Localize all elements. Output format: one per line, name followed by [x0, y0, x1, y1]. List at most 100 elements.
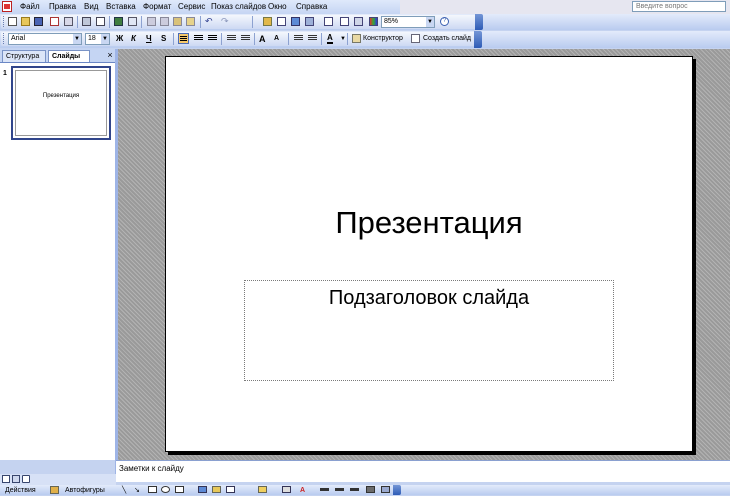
menu-insert[interactable]: Вставка — [106, 2, 136, 12]
help-icon[interactable]: ? — [440, 17, 449, 26]
print-preview-icon[interactable] — [96, 17, 105, 26]
close-icon[interactable]: × — [105, 50, 115, 61]
new-slide-button[interactable]: Создать слайд — [423, 34, 471, 44]
bold-button[interactable]: Ж — [116, 34, 123, 44]
toolbar-separator — [347, 33, 348, 45]
fill-color-icon[interactable] — [258, 486, 267, 493]
insert-diagram-icon[interactable] — [305, 17, 314, 26]
toolbar-options-button[interactable] — [393, 485, 401, 495]
underline-button[interactable]: Ч — [146, 34, 152, 44]
pane-splitter[interactable] — [115, 49, 118, 482]
slideshow-view-icon[interactable] — [22, 475, 30, 483]
tables-borders-icon[interactable] — [291, 17, 300, 26]
insert-diagram-icon[interactable] — [198, 486, 207, 493]
increase-indent-button[interactable] — [307, 33, 318, 44]
font-size-select[interactable]: 18 ▼ — [85, 33, 110, 45]
design-button[interactable]: Конструктор — [363, 34, 403, 44]
italic-button[interactable]: К — [131, 34, 136, 44]
toolbar-options-button[interactable] — [475, 14, 483, 30]
dash-style-icon[interactable] — [335, 488, 344, 491]
tab-outline[interactable]: Структура — [2, 50, 46, 62]
pane-tabs: Структура Слайды — [0, 49, 118, 63]
insert-chart-icon[interactable] — [263, 17, 272, 26]
slide-title[interactable]: Презентация — [165, 203, 693, 243]
chevron-down-icon[interactable]: ▼ — [340, 34, 346, 44]
save-icon[interactable] — [34, 17, 43, 26]
color-grayscale-icon[interactable] — [369, 17, 378, 26]
align-right-button[interactable] — [207, 33, 218, 44]
font-name-select[interactable]: Arial ▼ — [8, 33, 82, 45]
print-icon[interactable] — [82, 17, 91, 26]
notes-pane[interactable]: Заметки к слайду — [116, 460, 730, 482]
oval-tool-icon[interactable] — [161, 486, 170, 493]
email-icon[interactable] — [64, 17, 73, 26]
open-icon[interactable] — [21, 17, 30, 26]
chevron-down-icon[interactable]: ▼ — [426, 17, 434, 27]
cut-icon[interactable] — [147, 17, 156, 26]
textbox-tool-icon[interactable] — [175, 486, 184, 493]
toolbar-separator — [77, 16, 78, 28]
clipart-icon[interactable] — [212, 486, 221, 493]
toolbar-separator — [252, 16, 253, 28]
3d-style-icon[interactable] — [381, 486, 390, 493]
toolbar-options-button[interactable] — [474, 31, 482, 48]
menu-view[interactable]: Вид — [84, 2, 98, 12]
help-search-input[interactable]: Введите вопрос — [632, 1, 726, 12]
font-color-button[interactable]: A — [327, 34, 333, 44]
slide-canvas[interactable] — [165, 56, 693, 452]
rectangle-tool-icon[interactable] — [148, 486, 157, 493]
shadow-style-icon[interactable] — [366, 486, 375, 493]
menu-slideshow[interactable]: Показ слайдов — [211, 2, 266, 12]
font-name-value: Arial — [11, 35, 26, 42]
copy-icon[interactable] — [160, 17, 169, 26]
insert-picture-icon[interactable] — [324, 17, 333, 26]
numbering-button[interactable] — [226, 33, 237, 44]
picture-icon[interactable] — [226, 486, 235, 493]
paste-icon[interactable] — [173, 17, 182, 26]
insert-table-icon[interactable] — [277, 17, 286, 26]
permission-icon[interactable] — [50, 17, 59, 26]
line-style-icon[interactable] — [320, 488, 329, 491]
format-painter-icon[interactable] — [186, 17, 195, 26]
chevron-down-icon[interactable]: ▼ — [101, 34, 109, 44]
menu-file[interactable]: Файл — [20, 2, 40, 12]
arrow-style-icon[interactable] — [350, 488, 359, 491]
chevron-down-icon[interactable]: ▼ — [73, 34, 81, 44]
toolbar-separator — [221, 33, 222, 45]
bullets-button[interactable] — [240, 33, 251, 44]
redo-icon[interactable]: ↷ — [221, 16, 230, 26]
expand-all-icon[interactable] — [340, 17, 349, 26]
increase-font-button[interactable]: A — [259, 34, 266, 44]
menu-window[interactable]: Окно — [268, 2, 287, 12]
align-center-button[interactable] — [193, 33, 204, 44]
menu-tools[interactable]: Сервис — [178, 2, 205, 12]
slide-subtitle[interactable]: Подзаголовок слайда — [244, 285, 614, 311]
toolbar-grip[interactable] — [3, 16, 6, 27]
slide-number: 1 — [3, 70, 7, 77]
line-color-icon[interactable] — [282, 486, 291, 493]
zoom-value: 85% — [384, 18, 399, 25]
new-icon[interactable] — [8, 17, 17, 26]
slide-sorter-icon[interactable] — [12, 475, 20, 483]
spelling-icon[interactable] — [114, 17, 123, 26]
slide-thumbnail-title: Презентация — [42, 93, 80, 99]
menu-help[interactable]: Справка — [296, 2, 327, 12]
menu-edit[interactable]: Правка — [49, 2, 76, 12]
research-icon[interactable] — [128, 17, 137, 26]
decrease-font-button[interactable]: A — [274, 34, 279, 44]
shadow-button[interactable]: S — [161, 34, 166, 44]
autoshapes-icon — [50, 486, 59, 494]
zoom-select[interactable]: 85% ▼ — [381, 16, 435, 28]
app-icon[interactable] — [2, 1, 12, 12]
show-grid-icon[interactable] — [354, 17, 363, 26]
decrease-indent-button[interactable] — [293, 33, 304, 44]
undo-icon[interactable]: ↶ — [205, 16, 214, 26]
toolbar-separator — [109, 16, 110, 28]
slide-thumbnail[interactable]: Презентация — [11, 66, 111, 140]
normal-view-icon[interactable] — [2, 475, 10, 483]
menu-format[interactable]: Формат — [143, 2, 171, 12]
tab-slides[interactable]: Слайды — [48, 50, 90, 62]
align-left-button[interactable] — [178, 33, 189, 44]
toolbar-grip[interactable] — [3, 33, 6, 44]
toolbar-separator — [254, 33, 255, 45]
